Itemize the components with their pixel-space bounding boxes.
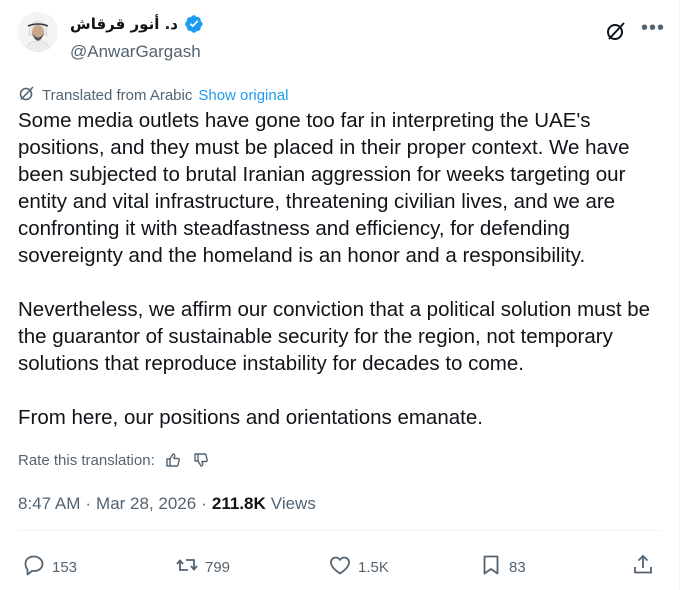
reply-button[interactable]: 153 <box>22 553 77 581</box>
meta-separator: · <box>201 494 207 513</box>
show-original-link[interactable]: Show original <box>198 87 288 104</box>
divider <box>18 530 661 531</box>
reply-count: 153 <box>52 558 78 576</box>
share-icon <box>631 553 655 581</box>
like-button[interactable]: 1.5K <box>328 553 389 581</box>
tweet-meta: 8:47 AM · Mar 28, 2026 · 211.8K Views <box>18 494 316 514</box>
author-handle[interactable]: @AnwarGargash <box>70 42 201 62</box>
bookmark-icon <box>479 553 503 581</box>
author-display-name[interactable]: د. أنور قرقاش <box>70 15 178 33</box>
verified-badge-icon <box>184 14 204 34</box>
rate-translation-row: Rate this translation: <box>18 450 211 470</box>
tweet-paragraph: Nevertheless, we affirm our conviction t… <box>18 298 651 375</box>
rate-translation-label: Rate this translation: <box>18 451 155 469</box>
translation-label: Translated from Arabic <box>42 86 193 104</box>
repost-count: 799 <box>205 558 231 576</box>
tweet-text: Some media outlets have gone too far in … <box>18 107 668 431</box>
tweet-card: د. أنور قرقاش @AnwarGargash ••• Translat… <box>0 0 680 590</box>
repost-button[interactable]: 799 <box>175 553 230 581</box>
translate-icon <box>18 84 36 106</box>
tweet-paragraph: Some media outlets have gone too far in … <box>18 109 630 267</box>
grok-icon[interactable] <box>605 20 627 42</box>
tweet-time[interactable]: 8:47 AM <box>18 494 80 514</box>
thumbs-down-icon[interactable] <box>191 450 211 470</box>
translation-bar: Translated from Arabic Show original <box>18 84 288 106</box>
reply-icon <box>22 553 46 581</box>
views-count: 211.8K <box>211 494 266 513</box>
views-label: Views <box>270 494 316 513</box>
action-bar: 153 799 1.5K 83 <box>0 548 680 582</box>
tweet-paragraph: From here, our positions and orientation… <box>18 406 483 429</box>
avatar[interactable] <box>18 12 58 52</box>
repost-icon <box>175 553 199 581</box>
author-name-row: د. أنور قرقاش <box>70 11 204 37</box>
like-icon <box>328 553 352 581</box>
bookmark-count: 83 <box>509 558 526 576</box>
share-button[interactable] <box>631 553 655 581</box>
like-count: 1.5K <box>358 558 389 576</box>
bookmark-button[interactable]: 83 <box>479 553 526 581</box>
meta-separator: · <box>85 494 92 513</box>
thumbs-up-icon[interactable] <box>163 450 183 470</box>
tweet-date[interactable]: Mar 28, 2026 <box>96 494 196 514</box>
avatar-image <box>18 12 58 52</box>
more-icon[interactable]: ••• <box>641 18 665 38</box>
